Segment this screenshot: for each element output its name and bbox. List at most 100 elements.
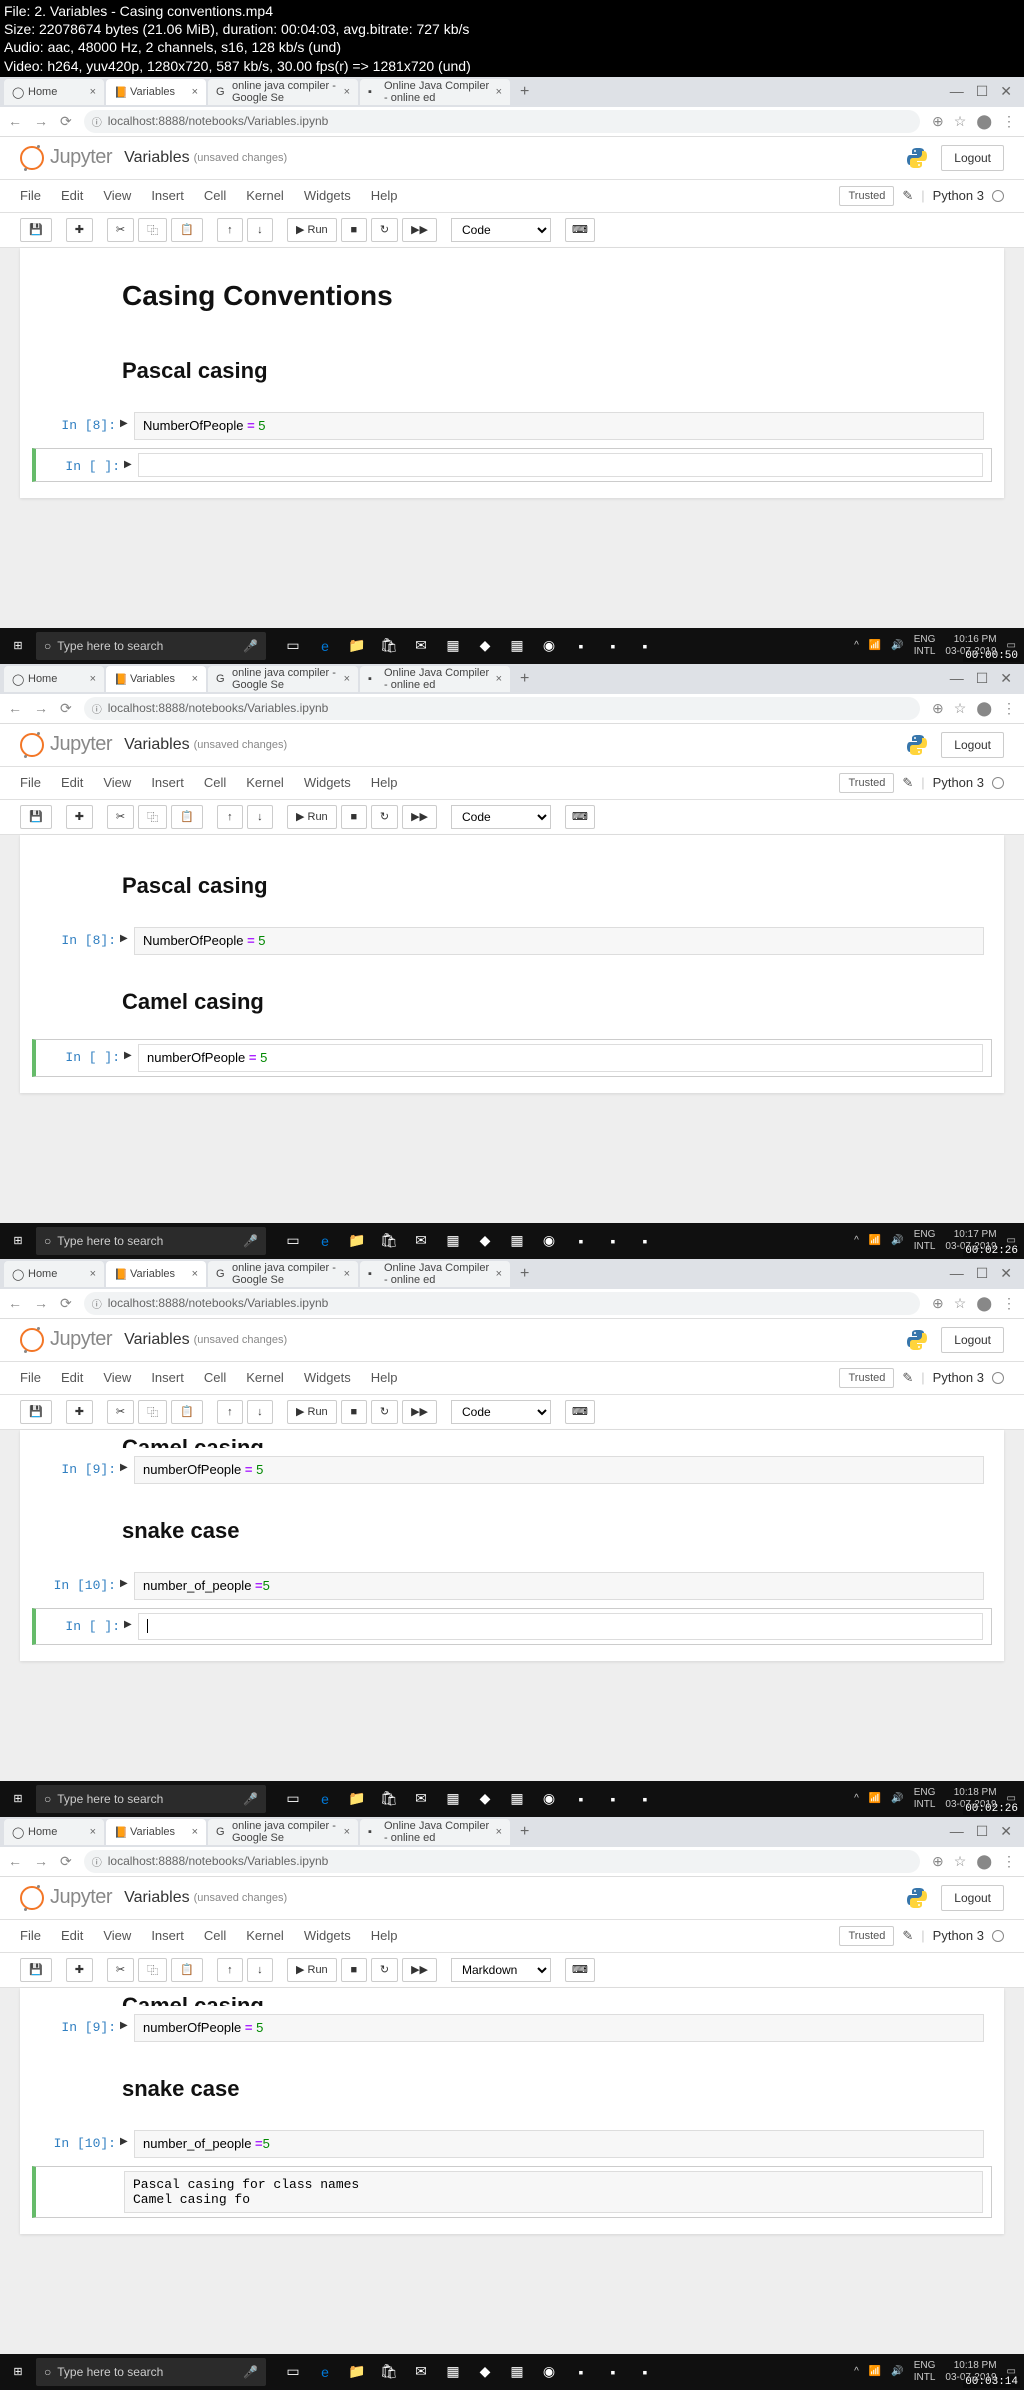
start-button[interactable]: ⊞ xyxy=(0,628,36,664)
menu-insert[interactable]: Insert xyxy=(151,1928,184,1943)
code-input[interactable]: number_of_people =5 xyxy=(134,1572,984,1600)
profile-icon[interactable]: ⬤ xyxy=(976,700,992,717)
copy-button[interactable]: ⿻ xyxy=(138,218,167,242)
stop-button[interactable]: ■ xyxy=(341,1400,367,1424)
add-cell-button[interactable]: ✚ xyxy=(66,218,93,242)
menu-insert[interactable]: Insert xyxy=(151,188,184,203)
move-up-button[interactable]: ↑ xyxy=(217,218,243,242)
tray-up-icon[interactable]: ^ xyxy=(854,640,859,651)
menu-kernel[interactable]: Kernel xyxy=(246,1928,284,1943)
edit-icon[interactable]: ✎ xyxy=(902,1370,913,1386)
restart-run-all-button[interactable]: ▶▶ xyxy=(402,218,437,242)
menu-file[interactable]: File xyxy=(20,775,41,790)
start-button[interactable]: ⊞ xyxy=(0,1781,36,1817)
forward-button[interactable]: → xyxy=(34,1853,48,1870)
calculator-icon[interactable]: ▦ xyxy=(502,631,532,661)
kernel-name[interactable]: Python 3 xyxy=(933,188,984,203)
code-input[interactable]: numberOfPeople = 5 xyxy=(134,2014,984,2042)
taskbar-search[interactable]: ○Type here to search🎤 xyxy=(36,632,266,660)
kernel-name[interactable]: Python 3 xyxy=(933,1928,984,1943)
restart-run-all-button[interactable]: ▶▶ xyxy=(402,805,437,829)
run-button[interactable]: ▶ Run xyxy=(287,1958,337,1982)
cell-type-select[interactable]: Code xyxy=(451,1400,551,1424)
add-cell-button[interactable]: ✚ xyxy=(66,1400,93,1424)
chrome-icon[interactable]: ◉ xyxy=(534,1226,564,1256)
command-palette-button[interactable]: ⌨ xyxy=(565,1400,595,1424)
trusted-badge[interactable]: Trusted xyxy=(839,186,894,206)
close-window-button[interactable]: ✕ xyxy=(1000,1823,1012,1840)
menu-file[interactable]: File xyxy=(20,1928,41,1943)
forward-button[interactable]: → xyxy=(34,700,48,717)
maximize-button[interactable]: ☐ xyxy=(976,83,989,100)
back-button[interactable]: ← xyxy=(8,700,22,717)
tab-google[interactable]: Gonline java compiler - Google Se× xyxy=(208,1819,358,1845)
url-input[interactable]: ⓘlocalhost:8888/notebooks/Variables.ipyn… xyxy=(84,110,920,133)
mail-icon[interactable]: ✉ xyxy=(406,1226,436,1256)
jupyter-logo[interactable]: Jupyter xyxy=(20,733,112,757)
start-button[interactable]: ⊞ xyxy=(0,1223,36,1259)
chrome-icon[interactable]: ◉ xyxy=(534,631,564,661)
close-icon[interactable]: × xyxy=(86,86,96,98)
zoom-icon[interactable]: ⊕ xyxy=(932,700,944,717)
terminal-icon[interactable]: ▪ xyxy=(566,631,596,661)
menu-file[interactable]: File xyxy=(20,1370,41,1385)
menu-file[interactable]: File xyxy=(20,188,41,203)
cell-type-select[interactable]: Code xyxy=(451,805,551,829)
add-cell-button[interactable]: ✚ xyxy=(66,805,93,829)
stop-button[interactable]: ■ xyxy=(341,218,367,242)
language-indicator[interactable]: ENGINTL xyxy=(914,634,936,658)
paste-button[interactable]: 📋 xyxy=(171,1400,203,1424)
menu-kernel[interactable]: Kernel xyxy=(246,1370,284,1385)
code-cell-8[interactable]: In [8]: ▶ NumberOfPeople = 5 xyxy=(32,408,992,444)
back-button[interactable]: ← xyxy=(8,1295,22,1312)
maximize-button[interactable]: ☐ xyxy=(976,1265,989,1282)
maximize-button[interactable]: ☐ xyxy=(976,670,989,687)
command-palette-button[interactable]: ⌨ xyxy=(565,218,595,242)
mail-icon[interactable]: ✉ xyxy=(406,631,436,661)
run-button[interactable]: ▶ Run xyxy=(287,1400,337,1424)
menu-edit[interactable]: Edit xyxy=(61,1370,83,1385)
edge-icon[interactable]: e xyxy=(310,1226,340,1256)
tab-home[interactable]: ◯Home× xyxy=(4,79,104,105)
edge-icon[interactable]: e xyxy=(310,631,340,661)
close-window-button[interactable]: ✕ xyxy=(1000,83,1012,100)
menu-help[interactable]: Help xyxy=(371,1928,398,1943)
edit-icon[interactable]: ✎ xyxy=(902,775,913,791)
app-icon[interactable]: ▦ xyxy=(438,631,468,661)
tab-google[interactable]: Gonline java compiler - Google Se× xyxy=(208,79,358,105)
minimize-button[interactable]: — xyxy=(950,1265,964,1282)
code-cell-9[interactable]: In [9]: ▶ numberOfPeople = 5 xyxy=(32,2010,992,2046)
menu-icon[interactable]: ⋮ xyxy=(1002,700,1016,717)
command-palette-button[interactable]: ⌨ xyxy=(565,805,595,829)
menu-edit[interactable]: Edit xyxy=(61,188,83,203)
move-up-button[interactable]: ↑ xyxy=(217,1958,243,1982)
app-icon[interactable]: ▪ xyxy=(630,631,660,661)
code-input[interactable]: number_of_people =5 xyxy=(134,2130,984,2158)
tab-online-compiler[interactable]: ▪Online Java Compiler - online ed× xyxy=(360,1819,510,1845)
explorer-icon[interactable]: 📁 xyxy=(342,1226,372,1256)
menu-edit[interactable]: Edit xyxy=(61,1928,83,1943)
run-cell-icon[interactable]: ▶ xyxy=(120,1456,134,1484)
tab-variables[interactable]: 📙Variables× xyxy=(106,1819,206,1845)
profile-icon[interactable]: ⬤ xyxy=(976,113,992,130)
url-input[interactable]: ⓘlocalhost:8888/notebooks/Variables.ipyn… xyxy=(84,1292,920,1315)
restart-run-all-button[interactable]: ▶▶ xyxy=(402,1958,437,1982)
run-cell-icon[interactable]: ▶ xyxy=(124,1044,138,1072)
menu-cell[interactable]: Cell xyxy=(204,1928,226,1943)
restart-button[interactable]: ↻ xyxy=(371,805,398,829)
minimize-button[interactable]: — xyxy=(950,1823,964,1840)
save-button[interactable]: 💾 xyxy=(20,805,52,829)
tab-home[interactable]: ◯Home× xyxy=(4,666,104,692)
close-window-button[interactable]: ✕ xyxy=(1000,1265,1012,1282)
kernel-name[interactable]: Python 3 xyxy=(933,775,984,790)
zoom-icon[interactable]: ⊕ xyxy=(932,113,944,130)
jupyter-logo[interactable]: Jupyter xyxy=(20,146,112,170)
menu-view[interactable]: View xyxy=(103,775,131,790)
logout-button[interactable]: Logout xyxy=(941,732,1004,758)
minimize-button[interactable]: — xyxy=(950,83,964,100)
cut-button[interactable]: ✂ xyxy=(107,805,134,829)
reload-button[interactable]: ⟳ xyxy=(60,113,72,130)
code-cell-10[interactable]: In [10]: ▶ number_of_people =5 xyxy=(32,2126,992,2162)
reload-button[interactable]: ⟳ xyxy=(60,1295,72,1312)
trusted-badge[interactable]: Trusted xyxy=(839,1368,894,1388)
